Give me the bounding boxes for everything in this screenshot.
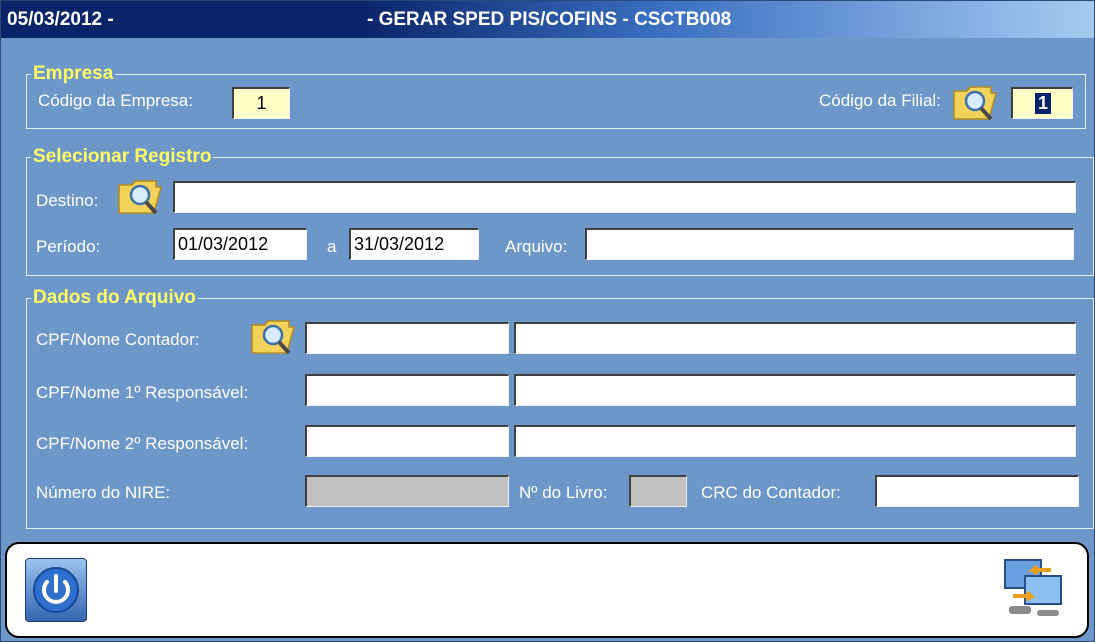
registro-legend: Selecionar Registro bbox=[33, 146, 212, 167]
livro-label: Nº do Livro: bbox=[519, 483, 608, 502]
destino-input[interactable] bbox=[173, 181, 1076, 213]
periodo-inicio-input[interactable]: 01/03/2012 bbox=[173, 228, 307, 260]
resp1-nome-input[interactable] bbox=[514, 374, 1076, 406]
contador-label: CPF/Nome Contador: bbox=[36, 330, 200, 349]
resp2-label: CPF/Nome 2º Responsável: bbox=[36, 434, 249, 453]
periodo-label: Período: bbox=[36, 237, 101, 256]
action-panel bbox=[5, 542, 1089, 638]
crc-label: CRC do Contador: bbox=[701, 483, 841, 502]
resp2-nome-input[interactable] bbox=[514, 425, 1076, 457]
dados-legend: Dados do Arquivo bbox=[33, 287, 196, 308]
filial-search-folder-icon[interactable] bbox=[951, 81, 999, 123]
arquivo-input[interactable] bbox=[585, 228, 1074, 260]
resp1-label: CPF/Nome 1º Responsável: bbox=[36, 383, 249, 402]
window: 05/03/2012 - - GERAR SPED PIS/COFINS - C… bbox=[0, 0, 1095, 642]
destino-search-folder-icon[interactable] bbox=[116, 175, 164, 217]
resp2-cpf-input[interactable] bbox=[305, 425, 509, 457]
codigo-filial-input[interactable]: 1 bbox=[1011, 87, 1073, 119]
periodo-fim-input[interactable]: 31/03/2012 bbox=[349, 228, 479, 260]
window-title: - GERAR SPED PIS/COFINS - CSCTB008 bbox=[367, 9, 732, 30]
codigo-filial-label: Código da Filial: bbox=[819, 91, 941, 110]
nire-input[interactable] bbox=[305, 475, 509, 507]
arquivo-label: Arquivo: bbox=[505, 237, 568, 256]
empresa-legend: Empresa bbox=[33, 63, 114, 84]
livro-input[interactable] bbox=[629, 475, 687, 507]
computer-transfer-icon[interactable] bbox=[1001, 556, 1065, 620]
codigo-filial-value: 1 bbox=[1035, 93, 1052, 114]
exit-button[interactable] bbox=[25, 558, 87, 622]
contador-cpf-input[interactable] bbox=[305, 322, 509, 354]
crc-input[interactable] bbox=[875, 475, 1079, 507]
nire-label: Número do NIRE: bbox=[36, 483, 171, 502]
destino-label: Destino: bbox=[36, 191, 99, 210]
title-bar: 05/03/2012 - - GERAR SPED PIS/COFINS - C… bbox=[1, 1, 1094, 38]
resp1-cpf-input[interactable] bbox=[305, 374, 509, 406]
contador-nome-input[interactable] bbox=[514, 322, 1076, 354]
codigo-empresa-label: Código da Empresa: bbox=[38, 91, 193, 110]
codigo-empresa-input[interactable]: 1 bbox=[232, 87, 290, 119]
title-date: 05/03/2012 - bbox=[7, 9, 114, 30]
power-icon bbox=[33, 567, 79, 613]
periodo-separator: a bbox=[327, 237, 337, 256]
contador-search-folder-icon[interactable] bbox=[249, 315, 297, 357]
